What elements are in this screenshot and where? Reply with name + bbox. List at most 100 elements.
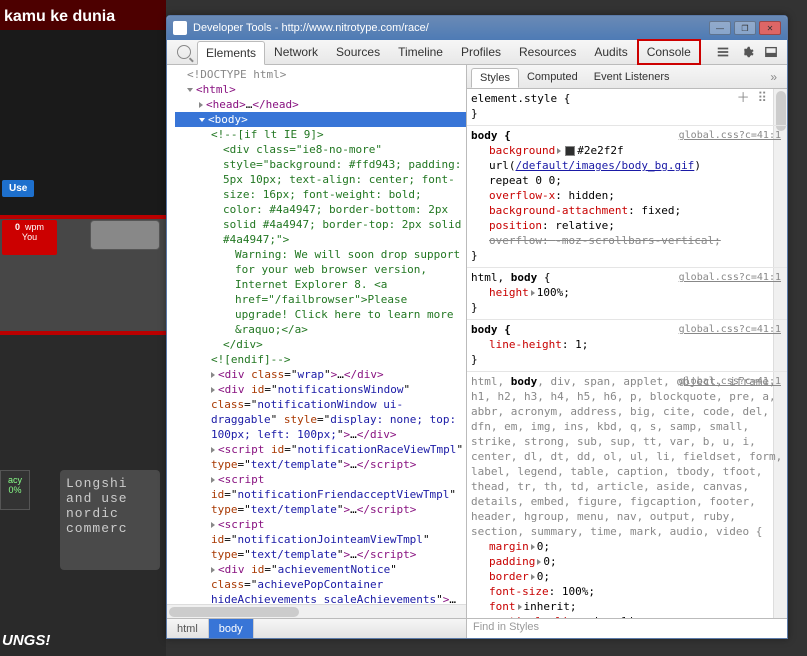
- dock-icon[interactable]: [764, 45, 778, 59]
- ie8-close[interactable]: </div>: [175, 337, 466, 352]
- accuracy-box: acy 0%: [0, 470, 30, 510]
- prop-bg-attachment[interactable]: background-attachment: fixed;: [471, 203, 783, 218]
- settings-icon[interactable]: [740, 45, 754, 59]
- wrap-div[interactable]: <div class="wrap">…</div>: [175, 367, 466, 382]
- color-swatch[interactable]: [565, 146, 575, 156]
- expand-icon[interactable]: [187, 88, 193, 92]
- styles-body[interactable]: ＋ ⠿ element.style { } global.css?c=41:1 …: [467, 89, 787, 618]
- tab-network[interactable]: Network: [265, 40, 327, 64]
- more-icon[interactable]: »: [764, 70, 783, 84]
- tab-sources[interactable]: Sources: [327, 40, 389, 64]
- use-button[interactable]: Use: [2, 180, 34, 197]
- brace-open: {: [537, 271, 550, 284]
- tab-resources[interactable]: Resources: [510, 40, 585, 64]
- expand-icon[interactable]: [199, 118, 205, 122]
- script-team[interactable]: <script id="notificationJointeamViewTmpl…: [175, 517, 466, 562]
- styles-panel: Styles Computed Event Listeners » ＋ ⠿ el…: [467, 65, 787, 638]
- prop-margin[interactable]: margin0;: [471, 539, 783, 554]
- styles-tabs: Styles Computed Event Listeners »: [467, 65, 787, 89]
- expand-icon[interactable]: [199, 102, 203, 108]
- rule-element-style[interactable]: ＋ ⠿ element.style { }: [467, 89, 787, 126]
- tab-profiles[interactable]: Profiles: [452, 40, 510, 64]
- chevron-right-icon[interactable]: [557, 148, 561, 154]
- minimize-button[interactable]: —: [709, 21, 731, 35]
- selector[interactable]: body {: [471, 129, 511, 142]
- filter-input[interactable]: Find in Styles: [467, 618, 787, 638]
- sel-part[interactable]: html,: [471, 375, 511, 388]
- ie8-text[interactable]: Warning: We will soon drop support for y…: [175, 247, 466, 337]
- chevron-right-icon[interactable]: [537, 559, 541, 565]
- expand-icon[interactable]: [211, 387, 215, 393]
- styles-tab[interactable]: Styles: [471, 68, 519, 88]
- prop-font-size[interactable]: font-size: 100%;: [471, 584, 783, 599]
- prop-overflow-moz[interactable]: overflow: -moz-scrollbars-vertical;: [471, 233, 783, 248]
- expand-icon[interactable]: [211, 372, 215, 378]
- brace-close: }: [471, 300, 783, 315]
- tab-audits[interactable]: Audits: [585, 40, 636, 64]
- script-friend[interactable]: <script id="notificationFriendacceptView…: [175, 472, 466, 517]
- prop-overflow-x[interactable]: overflow-x: hidden;: [471, 188, 783, 203]
- prop-font[interactable]: fontinherit;: [471, 599, 783, 614]
- ungs-text: UNGS!: [2, 632, 50, 649]
- expand-icon[interactable]: [211, 522, 215, 528]
- prop-height[interactable]: height100%;: [471, 285, 783, 300]
- source-link[interactable]: global.css?c=41:1: [679, 270, 781, 285]
- selector[interactable]: body {: [471, 323, 511, 336]
- maximize-button[interactable]: ❐: [734, 21, 756, 35]
- tab-elements[interactable]: Elements: [197, 41, 265, 65]
- listeners-tab[interactable]: Event Listeners: [586, 68, 678, 86]
- prop-position[interactable]: position: relative;: [471, 218, 783, 233]
- url-link[interactable]: /default/images/body_bg.gif: [516, 159, 695, 172]
- crumb-body[interactable]: body: [209, 619, 254, 638]
- html-node[interactable]: <html>: [175, 82, 466, 97]
- script-race[interactable]: <script id="notificationRaceViewTmpl" ty…: [175, 442, 466, 472]
- scroll-thumb[interactable]: [169, 607, 299, 617]
- close-button[interactable]: ✕: [759, 21, 781, 35]
- crumb-html[interactable]: html: [167, 619, 209, 638]
- prop-border[interactable]: border0;: [471, 569, 783, 584]
- source-link[interactable]: global.css?c=41:1: [679, 128, 781, 143]
- search-icon[interactable]: [177, 45, 191, 59]
- head-node[interactable]: <head>…</head>: [175, 97, 466, 112]
- selector-match[interactable]: body: [511, 271, 538, 284]
- sel-rest[interactable]: , div, span, applet, object, iframe, h1,…: [471, 375, 782, 538]
- body-node[interactable]: <body>: [175, 112, 466, 127]
- ie8-div[interactable]: <div class="ie8-no-more" style="backgrou…: [175, 142, 466, 247]
- ach-notice[interactable]: <div id="achievementNotice" class="achie…: [175, 562, 466, 604]
- game-header: kamu ke dunia: [0, 0, 166, 30]
- prop-repeat[interactable]: repeat 0 0;: [471, 173, 783, 188]
- selector[interactable]: html,: [471, 271, 511, 284]
- drawer-icon[interactable]: [716, 45, 730, 59]
- chevron-right-icon[interactable]: [531, 574, 535, 580]
- chevron-right-icon[interactable]: [531, 544, 535, 550]
- rule-html-body[interactable]: global.css?c=41:1 html, body { height100…: [467, 268, 787, 320]
- computed-tab[interactable]: Computed: [519, 68, 586, 86]
- doctype-node[interactable]: <!DOCTYPE html>: [175, 67, 466, 82]
- tab-console[interactable]: Console: [637, 39, 701, 65]
- prop-vertical-align[interactable]: vertical-align: baseline;: [471, 614, 783, 618]
- dom-tree[interactable]: <!DOCTYPE html> <html> <head>…</head> <b…: [167, 65, 466, 604]
- toolbar: Elements Network Sources Timeline Profil…: [167, 40, 787, 65]
- prop-padding[interactable]: padding0;: [471, 554, 783, 569]
- rule-reset[interactable]: global.css?c=41:1 html, body, div, span,…: [467, 372, 787, 618]
- notif-window[interactable]: <div id="notificationsWindow" class="not…: [175, 382, 466, 442]
- expand-icon[interactable]: [211, 477, 215, 483]
- chevron-right-icon[interactable]: [531, 290, 535, 296]
- prop-background[interactable]: background#2e2f2f url(/default/images/bo…: [471, 143, 783, 173]
- source-link[interactable]: global.css?c=41:1: [679, 322, 781, 337]
- h-scrollbar[interactable]: [167, 604, 466, 618]
- endif-node[interactable]: <![endif]-->: [175, 352, 466, 367]
- prop-line-height[interactable]: line-height: 1;: [471, 337, 783, 352]
- expand-icon[interactable]: [211, 567, 215, 573]
- selector-match[interactable]: body: [511, 375, 538, 388]
- source-link[interactable]: global.css?c=41:1: [679, 374, 781, 389]
- rule-body-1[interactable]: global.css?c=41:1 body { background#2e2f…: [467, 126, 787, 268]
- expand-icon[interactable]: [211, 447, 215, 453]
- titlebar[interactable]: Developer Tools - http://www.nitrotype.c…: [167, 16, 787, 40]
- rule-body-2[interactable]: global.css?c=41:1 body { line-height: 1;…: [467, 320, 787, 372]
- comment-node[interactable]: <!--[if lt IE 9]>: [175, 127, 466, 142]
- player-car: [90, 220, 160, 250]
- chevron-right-icon[interactable]: [518, 604, 522, 610]
- tab-timeline[interactable]: Timeline: [389, 40, 452, 64]
- add-rule-icon[interactable]: ＋ ⠿: [737, 91, 767, 106]
